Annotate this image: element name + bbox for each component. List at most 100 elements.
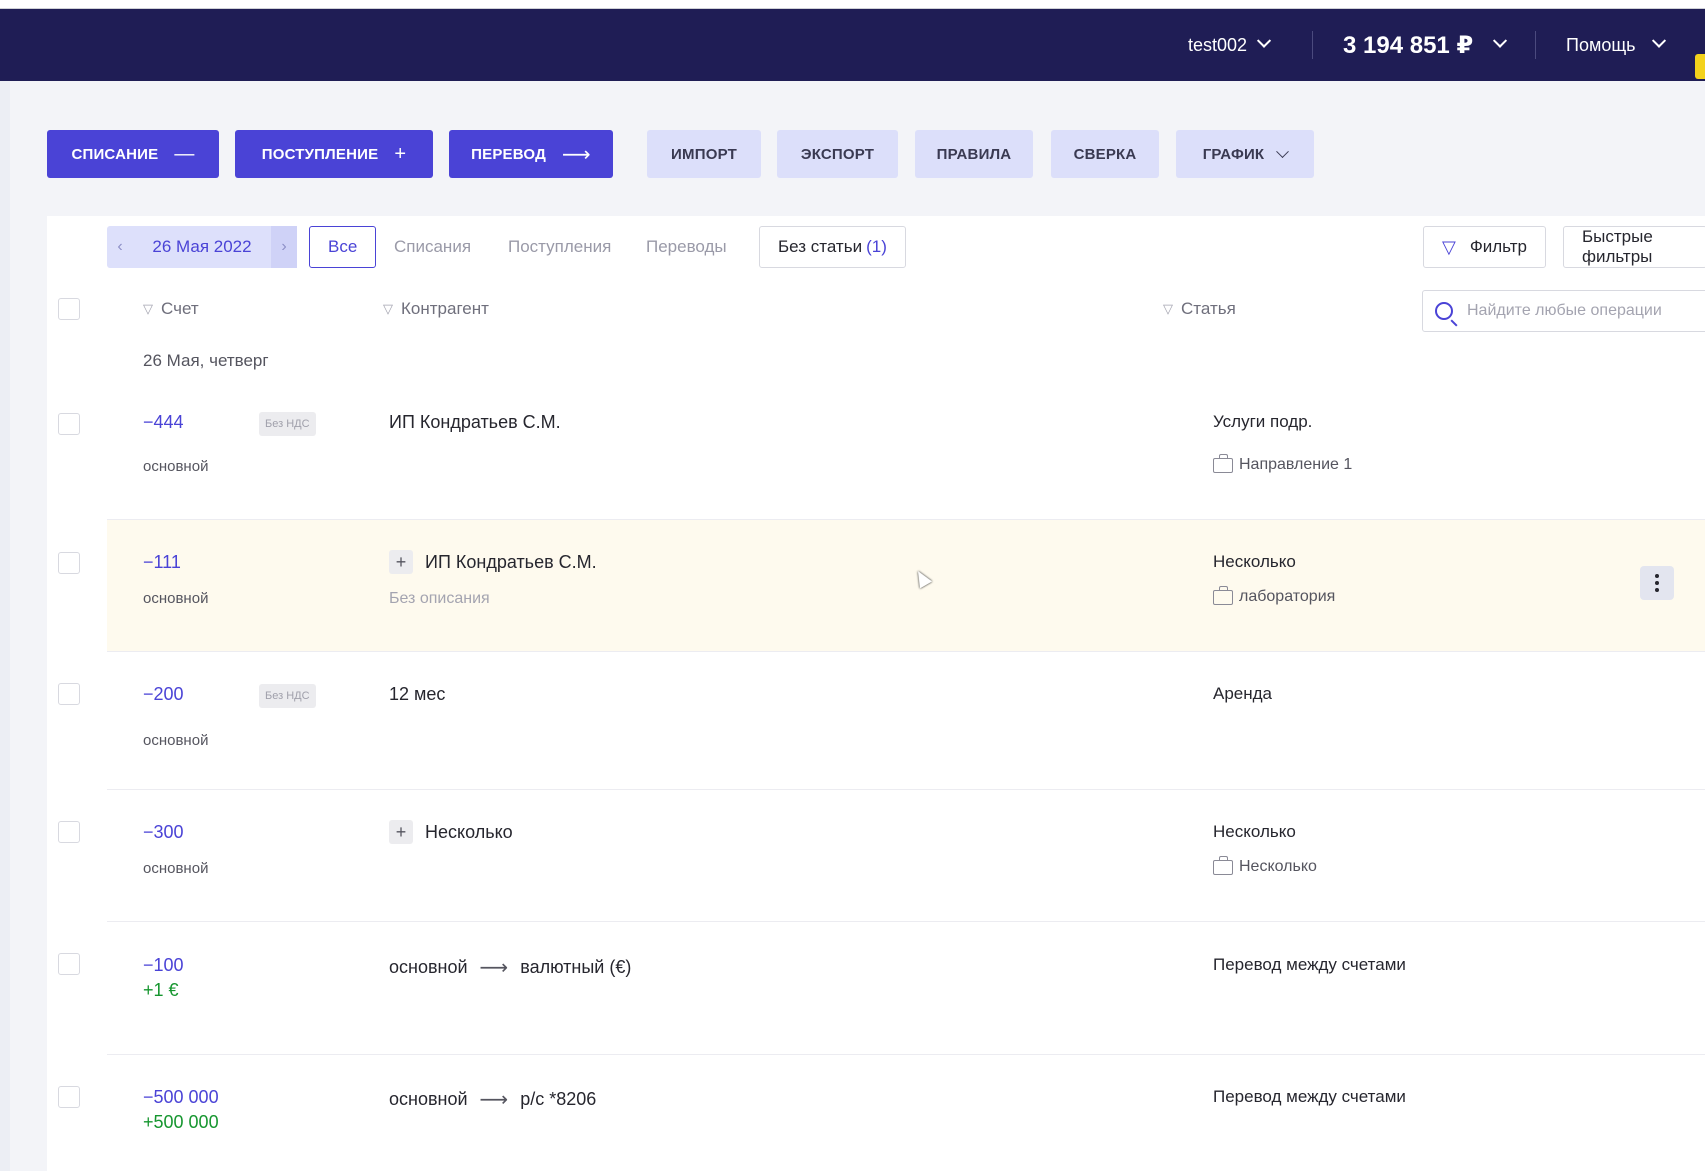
column-account-label: Счет [161, 299, 199, 318]
row-counterparty[interactable]: + Несколько [389, 820, 513, 844]
briefcase-icon [1213, 855, 1233, 875]
row-amount: −200 [143, 684, 184, 704]
table-row[interactable]: −444 Без НДС основной ИП Кондратьев С.М.… [107, 384, 1705, 520]
select-all-checkbox[interactable] [58, 298, 80, 320]
table-row[interactable]: −300 основной + Несколько Несколько Неск… [107, 790, 1705, 922]
date-picker: ‹ 26 Мая 2022 › [107, 226, 297, 268]
row-direction: Несколько [1213, 855, 1317, 876]
row-checkbox[interactable] [58, 821, 80, 843]
transfer-from: основной [389, 957, 468, 977]
reconcile-button[interactable]: СВЕРКА [1051, 130, 1159, 178]
filter-label: Фильтр [1469, 237, 1527, 256]
row-checkbox[interactable] [58, 953, 80, 975]
current-date[interactable]: 26 Мая 2022 [133, 237, 271, 257]
row-article[interactable]: Аренда [1213, 684, 1272, 704]
table-row[interactable]: −100 +1 € основной ⟶ валютный (€) Перево… [107, 922, 1705, 1055]
row-amount: −444 [143, 412, 184, 432]
row-amount: −111 [143, 552, 181, 572]
row-amount-secondary: +500 000 [143, 1112, 219, 1132]
arrow-right-icon: ⟶ [479, 957, 509, 979]
quick-filters-label: Быстрые фильтры [1582, 227, 1653, 266]
row-article[interactable]: Услуги подр. [1213, 412, 1312, 432]
transfer-label: ПЕРЕВОД [471, 145, 546, 163]
row-direction: Направление 1 [1213, 453, 1352, 474]
tab-writeoffs[interactable]: Списания [394, 226, 471, 268]
window-top-strip [0, 0, 1705, 9]
row-amount: −500 000 [143, 1087, 219, 1107]
import-button[interactable]: ИМПОРТ [647, 130, 761, 178]
row-article[interactable]: Несколько [1213, 822, 1296, 842]
row-checkbox[interactable] [58, 413, 80, 435]
filter-button[interactable]: ▽ Фильтр [1423, 226, 1546, 268]
column-counterparty[interactable]: ▽ Контрагент [383, 299, 489, 319]
row-checkbox[interactable] [58, 552, 80, 574]
table-row[interactable]: −500 000 +500 000 основной ⟶ р/с *8206 П… [107, 1055, 1705, 1171]
top-bar: test002 3 194 851 ₽ Помощь [0, 9, 1705, 81]
day-header: 26 Мая, четверг [143, 351, 269, 370]
row-direction: лаборатория [1213, 585, 1335, 606]
user-menu[interactable]: test002 [1188, 9, 1272, 81]
briefcase-icon [1213, 585, 1233, 605]
transfer-to: валютный (€) [520, 957, 632, 977]
writeoff-button[interactable]: СПИСАНИЕ — [47, 130, 219, 178]
export-button[interactable]: ЭКСПОРТ [777, 130, 898, 178]
chart-label: ГРАФИК [1202, 145, 1265, 163]
column-account[interactable]: ▽ Счет [143, 299, 199, 319]
chevron-down-icon [1256, 33, 1272, 48]
plus-icon[interactable]: + [389, 820, 413, 844]
income-button[interactable]: ПОСТУПЛЕНИЕ + [235, 130, 433, 178]
balance-value: 3 194 851 ₽ [1343, 31, 1474, 59]
search-icon [1435, 302, 1453, 320]
column-counterparty-label: Контрагент [401, 299, 489, 318]
counterparty-name: ИП Кондратьев С.М. [425, 551, 597, 572]
search-input[interactable]: Найдите любые операции [1422, 290, 1705, 332]
balance-menu[interactable]: 3 194 851 ₽ [1343, 9, 1508, 81]
chevron-down-icon [1493, 33, 1508, 48]
tab-no-article[interactable]: Без статьи (1) [759, 226, 906, 268]
row-article[interactable]: Перевод между счетами [1213, 955, 1406, 975]
row-counterparty[interactable]: ИП Кондратьев С.М. [389, 412, 561, 433]
chart-button[interactable]: ГРАФИК [1176, 130, 1314, 178]
rules-button[interactable]: ПРАВИЛА [915, 130, 1033, 178]
row-counterparty[interactable]: 12 мес [389, 684, 445, 705]
row-counterparty[interactable]: основной ⟶ валютный (€) [389, 955, 631, 980]
operations-panel: ‹ 26 Мая 2022 › Все Списания Поступления… [47, 216, 1705, 1171]
help-menu[interactable]: Помощь [1566, 9, 1666, 81]
counterparty-name: 12 мес [389, 684, 446, 704]
row-article[interactable]: Несколько [1213, 552, 1296, 572]
tab-no-article-label: Без статьи [778, 237, 863, 256]
side-widget-tab[interactable] [1695, 54, 1705, 79]
briefcase-icon [1213, 453, 1233, 473]
arrow-right-icon: ⟶ [561, 143, 591, 166]
tab-incomes[interactable]: Поступления [508, 226, 611, 268]
row-counterparty[interactable]: + ИП Кондратьев С.М. [389, 550, 597, 574]
divider [1312, 31, 1313, 59]
divider [1535, 31, 1536, 59]
row-amount-secondary: +1 € [143, 980, 179, 1000]
prev-date-button[interactable]: ‹ [107, 226, 133, 268]
next-date-button[interactable]: › [271, 226, 297, 268]
plus-icon[interactable]: + [389, 550, 413, 574]
transfer-button[interactable]: ПЕРЕВОД ⟶ [449, 130, 613, 178]
direction-label: Несколько [1239, 858, 1317, 875]
counterparty-name: Несколько [425, 821, 513, 842]
nds-badge: Без НДС [259, 684, 316, 708]
income-label: ПОСТУПЛЕНИЕ [261, 145, 379, 163]
tab-all[interactable]: Все [309, 226, 377, 268]
row-account: основной [143, 590, 209, 607]
table-row[interactable]: −200 Без НДС основной 12 мес Аренда [107, 652, 1705, 790]
row-checkbox[interactable] [58, 683, 80, 705]
search-placeholder: Найдите любые операции [1467, 302, 1662, 319]
row-article[interactable]: Перевод между счетами [1213, 1087, 1406, 1107]
table-row[interactable]: −111 основной + ИП Кондратьев С.М. Без о… [107, 520, 1705, 652]
arrow-right-icon: ⟶ [479, 1089, 509, 1111]
left-strip [0, 81, 10, 1171]
row-counterparty[interactable]: основной ⟶ р/с *8206 [389, 1087, 596, 1112]
column-article[interactable]: ▽ Статья [1163, 299, 1236, 319]
help-label: Помощь [1566, 34, 1636, 55]
tab-transfers[interactable]: Переводы [646, 226, 727, 268]
chevron-down-icon [1276, 144, 1290, 158]
row-checkbox[interactable] [58, 1086, 80, 1108]
row-menu-button[interactable] [1640, 566, 1674, 600]
quick-filters-button[interactable]: Быстрые фильтры [1563, 226, 1705, 268]
